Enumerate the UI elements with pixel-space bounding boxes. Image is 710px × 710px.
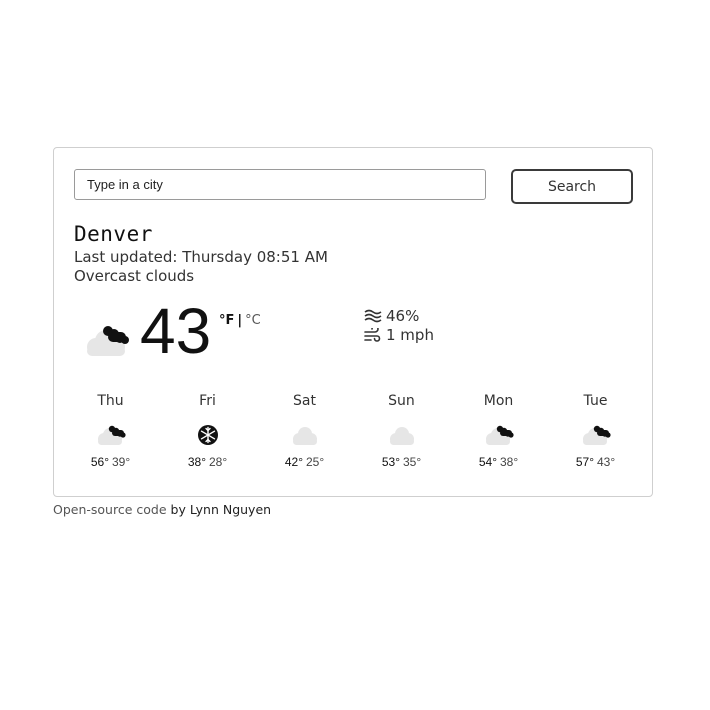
celsius-unit-link[interactable]: °C [245,313,261,328]
city-name: Denver [74,222,153,246]
forecast-low: 35° [403,455,422,469]
forecast-low: 39° [112,455,131,469]
wind-row: 1 mph [364,325,434,344]
weather-stats: 46% 1 mph [364,306,434,344]
wind-icon [364,327,381,342]
open-source-code-link[interactable]: Open-source code [53,502,167,517]
unit-separator: | [237,313,243,328]
overcast-clouds-icon [485,425,514,445]
cloud-icon [389,427,414,445]
humidity-row: 46% [364,306,434,325]
forecast-high: 57° [575,455,594,469]
forecast-day: Mon 54° 38° [450,393,547,469]
forecast-day: Sat 42° 25° [256,393,353,469]
forecast-high: 56° [90,455,109,469]
fahrenheit-unit-link[interactable]: °F [219,313,234,328]
author-credit: by Lynn Nguyen [170,502,272,517]
humidity-value: 46% [386,306,420,325]
overcast-clouds-icon [582,425,611,445]
forecast-day: Fri 38° 28° [159,393,256,469]
forecast-row: Thu 56° 39° Fri 38° 28° Sat 42° 25° Sun … [62,393,646,469]
last-updated-text: Last updated: Thursday 08:51 AM [74,248,328,266]
forecast-high: 38° [187,455,206,469]
unit-toggle: °F | °C [219,313,261,328]
overcast-clouds-icon [87,326,129,356]
weather-description: Overcast clouds [74,267,195,285]
forecast-day: Tue 57° 43° [547,393,644,469]
wind-value: 1 mph [386,325,434,344]
footer: Open-source code by Lynn Nguyen [53,502,271,517]
forecast-high: 54° [478,455,497,469]
forecast-low: 28° [209,455,228,469]
forecast-high: 53° [381,455,400,469]
search-button[interactable]: Search [511,169,633,204]
forecast-low: 43° [597,455,616,469]
forecast-day-name: Sat [293,393,316,409]
forecast-day: Thu 56° 39° [62,393,159,469]
forecast-high: 42° [284,455,303,469]
forecast-day-name: Sun [388,393,415,409]
overcast-clouds-icon [97,425,126,445]
forecast-day-name: Tue [583,393,608,409]
snowflake-icon [197,425,218,445]
weather-card: Search Denver Last updated: Thursday 08:… [53,147,653,497]
cloud-icon [292,427,317,445]
forecast-day-name: Mon [483,393,514,409]
city-search-input[interactable] [74,169,486,200]
forecast-low: 25° [306,455,325,469]
forecast-low: 38° [500,455,519,469]
humidity-waves-icon [364,309,382,322]
current-temperature: 43 [140,295,212,367]
forecast-day: Sun 53° 35° [353,393,450,469]
forecast-day-name: Fri [199,393,216,409]
forecast-day-name: Thu [97,393,124,409]
